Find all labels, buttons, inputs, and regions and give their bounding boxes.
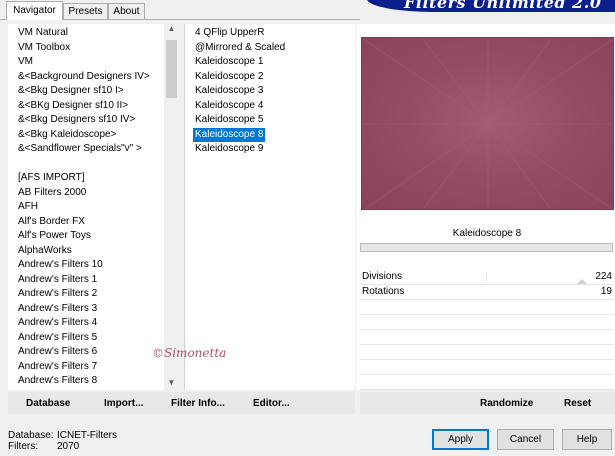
scroll-down-icon[interactable]: ▼ [164,378,179,388]
apply-button[interactable]: Apply [432,429,489,450]
category-item[interactable]: Andrew's Filters 5 [18,331,97,345]
category-item[interactable]: Andrew's Filters 2 [18,287,97,301]
category-item[interactable]: Andrew's Filters 3 [18,302,97,316]
category-item[interactable]: VM [18,55,33,69]
param-rotations[interactable]: Rotations 19 [360,285,614,300]
param-label: Rotations [362,286,405,297]
param-empty-row [360,315,614,330]
filters-count: 2070 [57,441,80,452]
category-item[interactable]: Andrew's Filters 4 [18,316,97,330]
category-item[interactable]: Andrew's Filters 7 [18,360,97,374]
filter-list[interactable]: 4 QFlip UpperR @Mirrored & Scaled Kaleidos… [185,24,355,390]
category-item[interactable]: &<Background Designers IV> [18,70,150,84]
tab-about[interactable]: About [108,3,145,19]
cancel-button[interactable]: Cancel [497,429,554,450]
filter-item[interactable]: Kaleidoscope 8 [193,127,266,142]
param-value: 224 [595,271,612,282]
category-item[interactable]: Alf's Border FX [18,215,85,229]
preview-image [361,37,614,210]
category-item[interactable]: &<Sandflower Specials"v" > [18,142,142,156]
category-item[interactable]: VM Toolbox [18,41,70,55]
reset-button[interactable]: Reset [564,396,591,412]
editor-button[interactable]: Editor... [253,396,290,412]
param-divisions[interactable]: Divisions 224 [360,270,614,285]
category-item[interactable]: &<BKg Designer sf10 II> [18,99,128,113]
category-item[interactable]: Andrew's Filters 10 [18,258,103,272]
param-empty-row [360,300,614,315]
filter-info-button[interactable]: Filter Info... [171,396,225,412]
filter-item[interactable]: Kaleidoscope 9 [193,142,265,156]
category-item[interactable]: &<Bkg Kaleidoscope> [18,128,116,142]
filter-item[interactable]: Kaleidoscope 3 [193,84,265,98]
param-value: 19 [600,286,612,297]
filter-item[interactable]: Kaleidoscope 4 [193,99,265,113]
category-item[interactable]: Alf's Power Toys [18,229,91,243]
category-item[interactable]: &<Bkg Designer sf10 I> [18,84,124,98]
category-item[interactable]: Andrew's Filters 1 [18,273,97,287]
param-empty-row [360,330,614,345]
scroll-thumb[interactable] [166,40,177,98]
param-empty-row [360,345,614,360]
preview-filter-name: Kaleidoscope 8 [452,228,522,239]
help-button[interactable]: Help [562,429,612,450]
filter-item[interactable]: Kaleidoscope 5 [193,113,265,127]
param-empty-row [360,375,614,390]
slider-marker-icon[interactable] [577,279,587,284]
progress-bar [360,243,613,252]
filter-item[interactable]: 4 QFlip UpperR [193,26,266,40]
filters-label: Filters: [8,441,38,452]
tab-navigator[interactable]: Navigator [6,1,63,20]
category-item[interactable]: Andrew's Filters 8 [18,374,97,388]
category-item[interactable]: AB Filters 2000 [18,186,86,200]
param-empty-row [360,360,614,375]
import-button[interactable]: Import... [104,396,143,412]
param-divider [486,272,487,282]
category-item[interactable]: &<Bkg Designers sf10 IV> [18,113,135,127]
watermark-signature: ©Simonetta [150,343,250,363]
randomize-button[interactable]: Randomize [480,396,533,412]
category-item[interactable]: [AFS IMPORT] [18,171,85,185]
tab-presets[interactable]: Presets [63,3,108,19]
category-item[interactable]: AlphaWorks [18,244,72,258]
scroll-up-icon[interactable]: ▲ [164,24,179,34]
database-button[interactable]: Database [26,396,70,412]
filter-item[interactable]: Kaleidoscope 2 [193,70,265,84]
app-title: Filters Unlimited 2.0 [404,0,602,12]
filter-item[interactable]: @Mirrored & Scaled [193,41,287,55]
category-item[interactable]: VM Natural [18,26,68,40]
filter-item[interactable]: Kaleidoscope 1 [193,55,265,69]
category-item[interactable]: Andrew's Filters 6 [18,345,97,359]
watermark-text: ©Simonetta [152,346,226,360]
param-label: Divisions [362,271,403,282]
category-item[interactable]: AFH [18,200,38,214]
category-list[interactable]: VM Natural VM Toolbox VM &<Background Desig… [8,24,179,390]
